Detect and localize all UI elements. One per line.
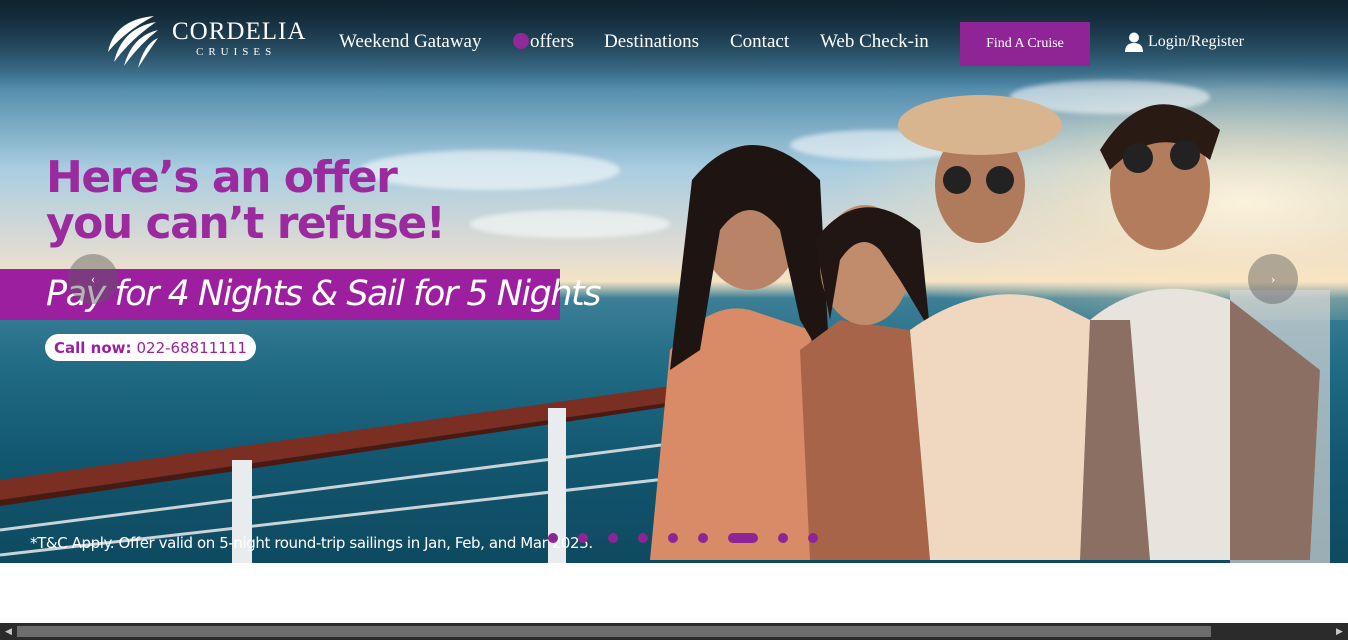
nav-weekend-getaway[interactable]: Weekend Gataway (339, 31, 481, 53)
user-icon (1125, 32, 1143, 52)
headline-line-2: you can’t refuse! (46, 198, 446, 249)
call-now-pill[interactable]: Call now: 022-68811111 (45, 334, 256, 361)
scrollbar-thumb[interactable] (17, 626, 1211, 637)
carousel-dot[interactable] (668, 533, 678, 543)
brand-name: CORDELIA (172, 18, 307, 45)
carousel-dot-active[interactable] (728, 533, 758, 543)
login-label: Login/Register (1148, 33, 1244, 50)
find-a-cruise-button[interactable]: Find A Cruise (960, 22, 1090, 66)
carousel-dots (548, 532, 838, 544)
carousel-prev-button[interactable]: ‹ (68, 254, 118, 304)
hero-headline: Here’s an offer you can’t refuse! (46, 152, 446, 249)
scroll-right-icon[interactable]: ▶ (1331, 623, 1348, 640)
nav-contact[interactable]: Contact (730, 31, 789, 53)
offer-banner-text: Pay for 4 Nights & Sail for 5 Nights (46, 274, 602, 314)
carousel-dot[interactable] (638, 533, 648, 543)
group-photo (650, 95, 1330, 563)
nav-web-check-in[interactable]: Web Check-in (820, 31, 929, 53)
brand-subtitle: CRUISES (196, 46, 277, 58)
chevron-left-icon: ‹ (90, 271, 96, 286)
carousel-dot[interactable] (578, 533, 588, 543)
carousel-dot[interactable] (698, 533, 708, 543)
carousel-dot[interactable] (808, 533, 818, 543)
nav-offers[interactable]: offers (530, 31, 574, 53)
offers-dot-icon (513, 33, 529, 49)
terms-text: *T&C Apply. Offer valid on 5-night round… (30, 534, 593, 552)
carousel-dot[interactable] (778, 533, 788, 543)
chevron-right-icon: › (1270, 271, 1276, 286)
login-register-link[interactable]: Login/Register (1125, 32, 1244, 52)
carousel-dot[interactable] (608, 533, 618, 543)
headline-line-1: Here’s an offer (46, 152, 398, 203)
brand-logo[interactable]: CORDELIA CRUISES (104, 12, 307, 72)
scroll-left-icon[interactable]: ◀ (0, 623, 17, 640)
nav-destinations[interactable]: Destinations (604, 31, 699, 53)
call-number: 022-68811111 (136, 338, 247, 357)
cordelia-logo-icon (108, 16, 158, 68)
horizontal-scrollbar[interactable]: ◀ ▶ (0, 623, 1348, 640)
carousel-next-button[interactable]: › (1248, 254, 1298, 304)
top-navigation: CORDELIA CRUISES Weekend Gataway offers … (0, 0, 1348, 90)
call-label: Call now: (54, 338, 132, 357)
carousel-dot[interactable] (548, 533, 558, 543)
